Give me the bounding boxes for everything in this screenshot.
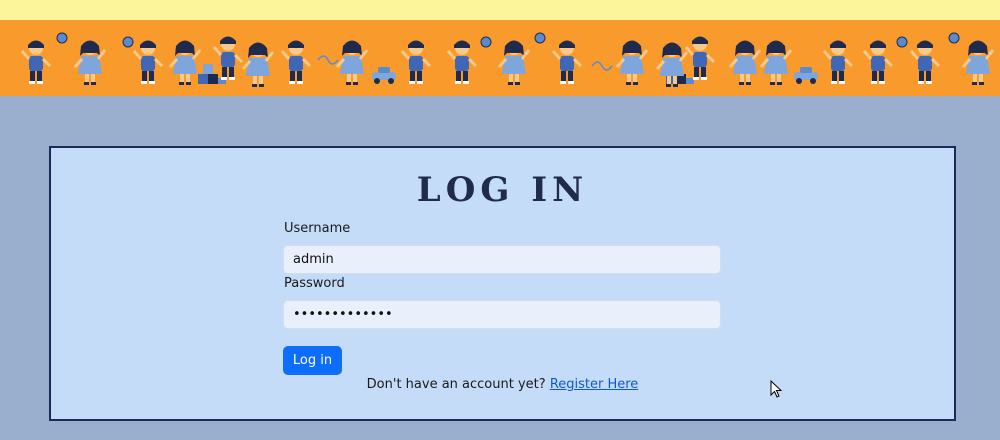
password-input[interactable]: [283, 300, 721, 329]
top-strip: [0, 0, 1000, 20]
username-input[interactable]: [283, 245, 721, 274]
register-prompt: Don't have an account yet?: [366, 377, 546, 392]
page-title: LOG IN: [416, 170, 589, 210]
register-row: Don't have an account yet? Register Here: [51, 377, 954, 392]
children-illustration: [20, 32, 995, 89]
login-button[interactable]: Log in: [283, 346, 342, 375]
login-card: LOG IN Username Password Log in Don't ha…: [49, 146, 956, 421]
mouse-cursor-icon: [770, 380, 783, 398]
password-label: Password: [284, 276, 345, 291]
username-label: Username: [284, 221, 351, 236]
decorative-banner: [0, 20, 1000, 96]
register-link[interactable]: Register Here: [550, 377, 639, 392]
